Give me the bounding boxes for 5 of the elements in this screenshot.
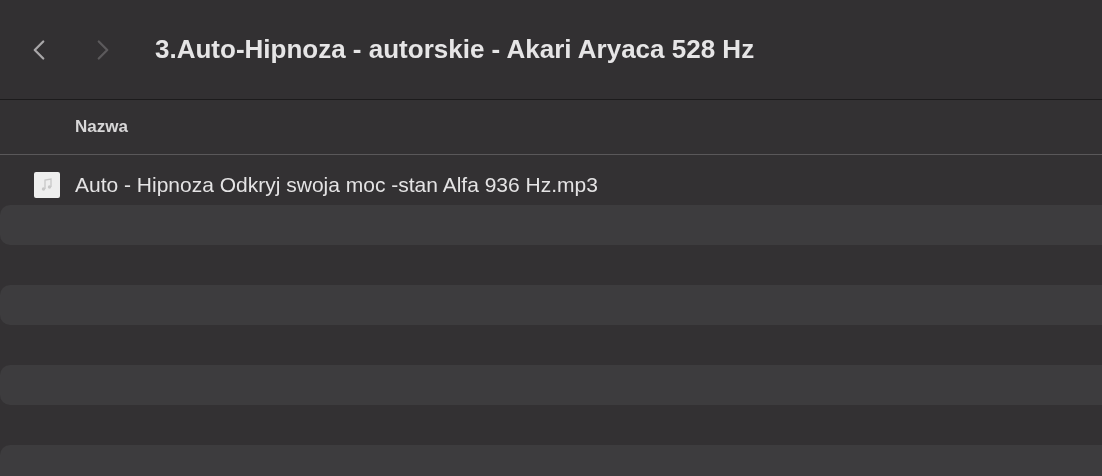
music-file-icon <box>33 171 61 199</box>
column-header[interactable]: Nazwa <box>75 114 128 140</box>
window-title: 3.Auto-Hipnoza - autorskie - Akari Aryaca 528 Hz <box>155 33 755 66</box>
file-row[interactable]: Auto - Hipnoza Odkryj swoja moc -stan Alfa 936 Hz.mp3 <box>0 165 1102 205</box>
file-name: Auto - Hipnoza Odkryj swoja moc -stan Alfa 936 Hz.mp3 <box>75 172 598 199</box>
